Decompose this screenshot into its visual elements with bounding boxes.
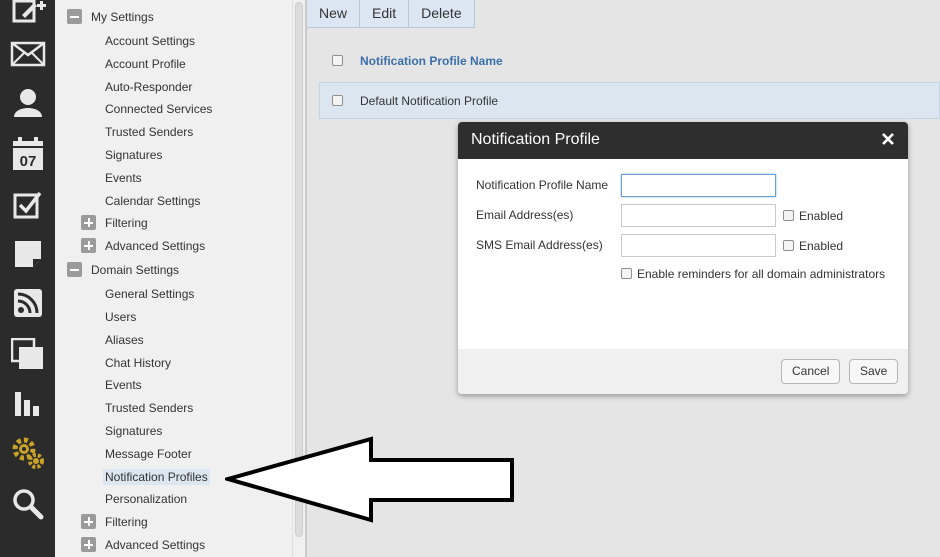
new-button[interactable]: New <box>307 0 361 28</box>
tree-item-personalization[interactable]: Personalization <box>105 488 187 510</box>
tree-item-auto-responder[interactable]: Auto-Responder <box>105 76 192 98</box>
contacts-icon[interactable] <box>0 82 55 122</box>
reminders-checkbox[interactable] <box>621 268 632 279</box>
calendar-day-text: 07 <box>19 153 36 170</box>
calendar-icon[interactable]: 07 <box>0 134 55 174</box>
email-enabled-label: Enabled <box>799 209 844 223</box>
app-icon-rail: 07 <box>0 0 55 557</box>
row-checkbox[interactable] <box>332 95 343 106</box>
rss-icon[interactable] <box>0 283 55 323</box>
tasks-icon[interactable] <box>0 185 55 225</box>
profile-name-input[interactable] <box>621 174 776 197</box>
annotation-arrow <box>220 436 517 529</box>
files-icon[interactable] <box>0 334 55 374</box>
dialog-header: Notification Profile <box>458 122 908 159</box>
collapse-icon[interactable] <box>67 9 82 25</box>
cancel-button[interactable]: Cancel <box>781 359 841 384</box>
compose-icon[interactable] <box>0 0 55 32</box>
sms-label: SMS Email Address(es) <box>476 238 603 252</box>
tree-group-my-filtering[interactable]: Filtering <box>81 212 148 234</box>
table-row[interactable]: Default Notification Profile <box>319 82 940 119</box>
delete-button[interactable]: Delete <box>409 0 475 28</box>
dialog-footer: Cancel Save <box>458 349 908 394</box>
tree-item-events[interactable]: Events <box>105 167 142 189</box>
tree-group-domain-settings[interactable]: Domain Settings <box>67 259 179 281</box>
toolbar: New Edit Delete <box>307 0 475 28</box>
collapse-icon[interactable] <box>67 262 82 278</box>
tree-group-my-advanced-settings[interactable]: Advanced Settings <box>81 235 205 257</box>
tree-group-my-settings[interactable]: My Settings <box>67 6 154 28</box>
select-all-checkbox[interactable] <box>332 55 343 66</box>
sms-input[interactable] <box>621 234 776 257</box>
tree-item-chat-history[interactable]: Chat History <box>105 352 171 374</box>
edit-button[interactable]: Edit <box>360 0 410 28</box>
close-icon[interactable] <box>878 129 898 149</box>
save-button[interactable]: Save <box>849 359 899 384</box>
email-input[interactable] <box>621 204 776 227</box>
tree-item-aliases[interactable]: Aliases <box>105 329 144 351</box>
tree-item-users[interactable]: Users <box>105 306 136 328</box>
expand-icon[interactable] <box>81 238 96 254</box>
tree-item-signatures[interactable]: Signatures <box>105 144 162 166</box>
tree-item-domain-events[interactable]: Events <box>105 374 142 396</box>
reports-icon[interactable] <box>0 383 55 423</box>
profile-name-label: Notification Profile Name <box>476 178 609 192</box>
tree-item-general-settings[interactable]: General Settings <box>105 283 194 305</box>
dialog-title: Notification Profile <box>471 131 600 148</box>
tree-item-account-settings[interactable]: Account Settings <box>105 30 195 52</box>
tree-group-domain-advanced-settings[interactable]: Advanced Settings <box>81 534 205 556</box>
tree-item-domain-trusted-senders[interactable]: Trusted Senders <box>105 397 193 419</box>
expand-icon[interactable] <box>81 514 96 530</box>
tree-item-trusted-senders[interactable]: Trusted Senders <box>105 121 193 143</box>
tree-item-account-profile[interactable]: Account Profile <box>105 53 186 75</box>
settings-icon[interactable] <box>0 433 55 473</box>
search-icon[interactable] <box>0 484 55 524</box>
email-enabled-checkbox[interactable] <box>783 210 794 221</box>
tree-item-calendar-settings[interactable]: Calendar Settings <box>105 190 200 212</box>
tree-group-domain-filtering[interactable]: Filtering <box>81 511 148 533</box>
email-label: Email Address(es) <box>476 208 574 222</box>
tree-item-message-footer[interactable]: Message Footer <box>105 443 192 465</box>
mail-icon[interactable] <box>0 34 55 74</box>
sms-enabled-checkbox[interactable] <box>783 240 794 251</box>
notes-icon[interactable] <box>0 234 55 274</box>
expand-icon[interactable] <box>81 537 96 553</box>
profile-name-cell: Default Notification Profile <box>360 94 499 108</box>
column-header-profile-name[interactable]: Notification Profile Name <box>360 44 503 78</box>
tree-item-notification-profiles[interactable]: Notification Profiles <box>103 466 210 488</box>
expand-icon[interactable] <box>81 215 96 231</box>
notification-profile-dialog: Notification Profile Notification Profil… <box>458 122 908 394</box>
tree-item-domain-signatures[interactable]: Signatures <box>105 420 162 442</box>
grid-header: Notification Profile Name <box>319 44 940 78</box>
sms-enabled-label: Enabled <box>799 239 844 253</box>
tree-item-connected-services[interactable]: Connected Services <box>105 98 212 120</box>
reminders-label: Enable reminders for all domain administ… <box>637 267 886 281</box>
